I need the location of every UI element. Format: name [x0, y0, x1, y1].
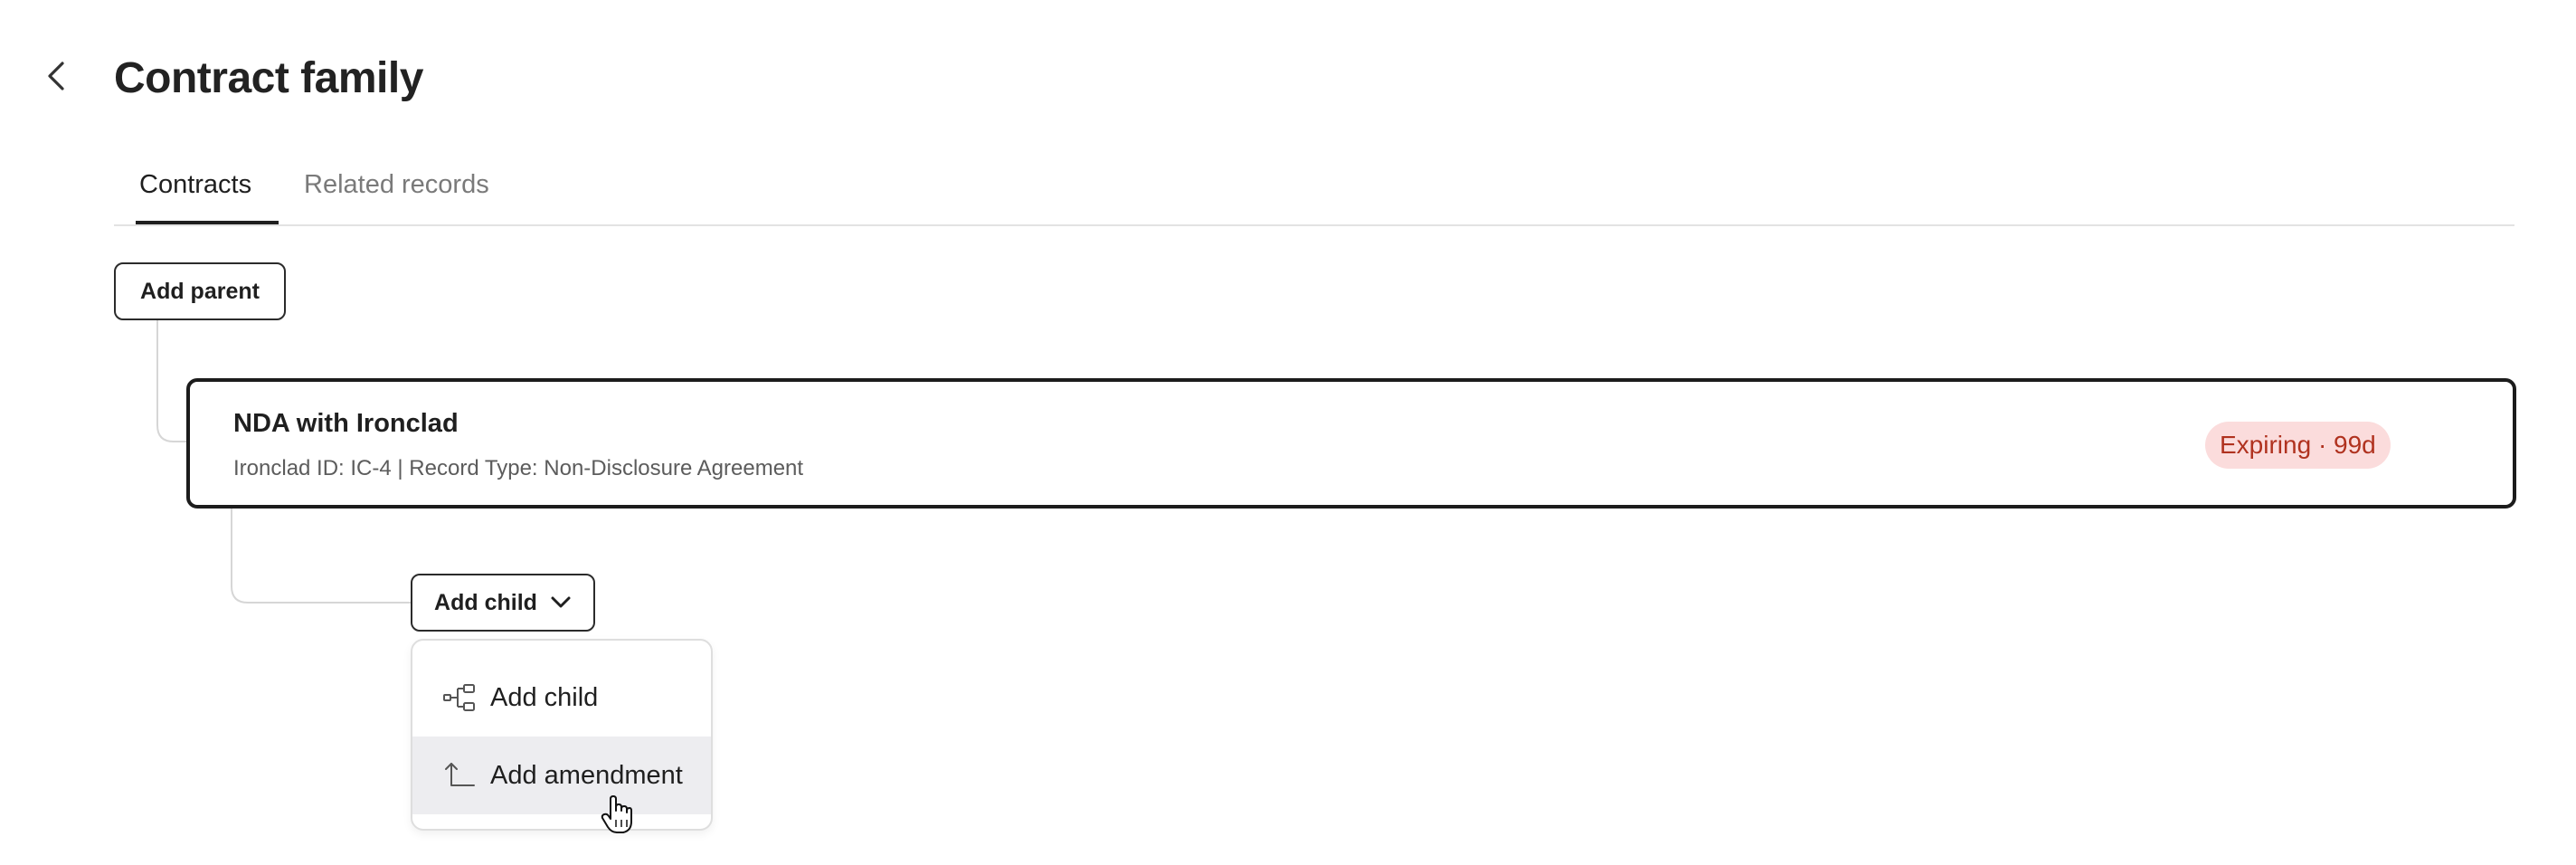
contract-card[interactable]: NDA with Ironclad Ironclad ID: IC-4 | Re…: [186, 378, 2516, 509]
contract-title: NDA with Ironclad: [233, 409, 459, 438]
menu-item-add-amendment[interactable]: Add amendment: [412, 737, 711, 814]
add-child-button[interactable]: Add child: [411, 574, 595, 632]
menu-item-add-child-label: Add child: [490, 682, 599, 712]
add-child-button-label: Add child: [434, 589, 537, 615]
back-button[interactable]: [34, 56, 78, 100]
page-title: Contract family: [114, 54, 423, 102]
menu-item-add-child[interactable]: Add child: [412, 659, 711, 737]
tab-related-records[interactable]: Related records: [304, 166, 489, 203]
tab-contracts[interactable]: Contracts: [139, 166, 251, 203]
add-parent-button[interactable]: Add parent: [114, 262, 286, 320]
status-badge: Expiring · 99d: [2205, 422, 2391, 469]
tab-bar: Contracts Related records: [114, 154, 2514, 226]
active-tab-indicator: [136, 221, 279, 224]
menu-item-add-amendment-label: Add amendment: [490, 760, 683, 790]
amendment-arrow-icon: [441, 757, 478, 794]
contract-meta: Ironclad ID: IC-4 | Record Type: Non-Dis…: [233, 456, 804, 480]
add-child-dropdown-menu: Add child Add amendment: [411, 639, 713, 831]
chevron-left-icon: [43, 60, 70, 97]
hierarchy-icon: [441, 680, 478, 716]
chevron-down-icon: [550, 590, 572, 616]
